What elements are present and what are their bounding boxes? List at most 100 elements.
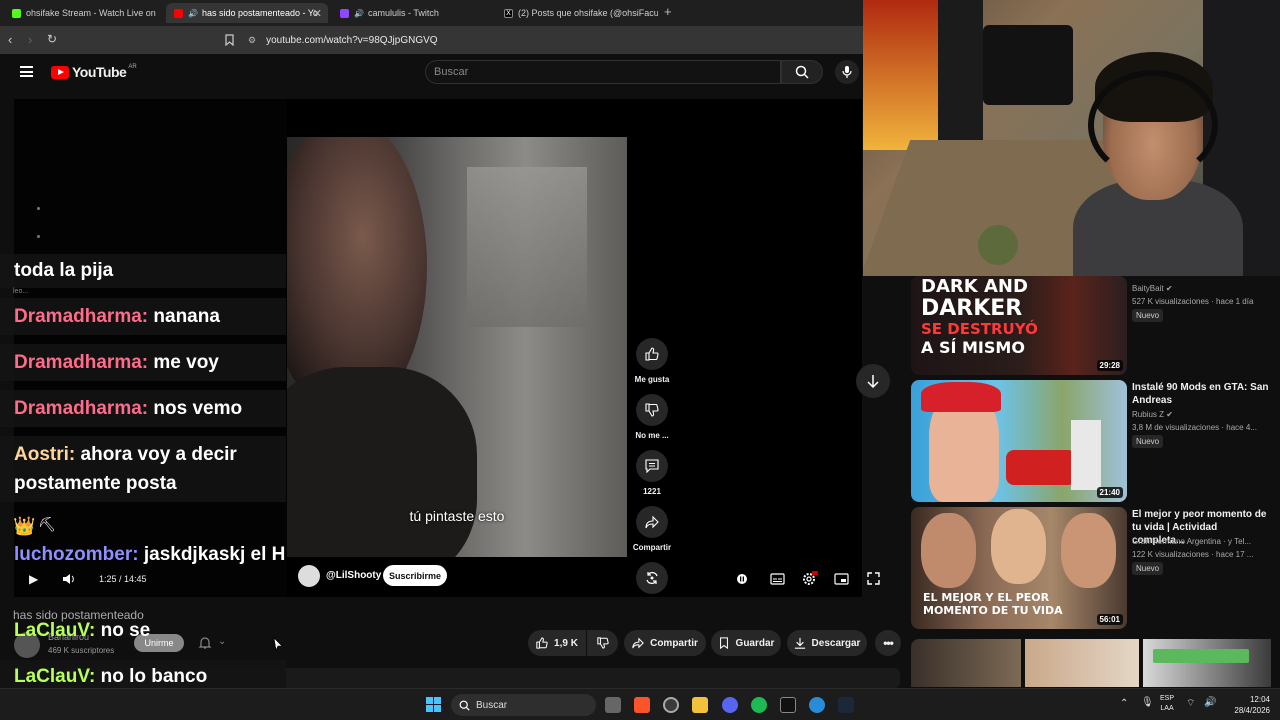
- search-input[interactable]: Buscar: [425, 60, 781, 84]
- tab-label: ohsifake Stream - Watch Live on: [26, 8, 156, 18]
- windows-start-icon[interactable]: [426, 697, 441, 712]
- channel-name: Rubius Z: [1132, 410, 1165, 419]
- video-frame[interactable]: [287, 137, 627, 557]
- address-bar[interactable]: ⚙ youtube.com/watch?v=98QJjpGNGVQ: [248, 30, 858, 50]
- chat-dot: [37, 207, 40, 210]
- channel-row[interactable]: Rubius Z ✔: [1132, 408, 1272, 421]
- back-icon[interactable]: ‹: [8, 32, 12, 47]
- wifi-icon[interactable]: ⌔: [1186, 697, 1195, 710]
- reload-icon[interactable]: ↻: [47, 32, 57, 46]
- speaker-icon[interactable]: 🔊: [1204, 697, 1216, 708]
- browser-tab-youtube[interactable]: 🔊 has sido postamenteado - Yo ✕: [166, 3, 328, 23]
- share-toolbar-button[interactable]: Compartir: [624, 630, 706, 656]
- taskbar-search-label: Buscar: [476, 699, 508, 711]
- save-button[interactable]: Guardar: [711, 630, 781, 656]
- search-button[interactable]: [781, 60, 823, 84]
- comments-button[interactable]: [636, 450, 668, 482]
- video-thumbnail[interactable]: EL MEJOR Y EL PEOR MOMENTO DE TU VIDA 56…: [911, 507, 1127, 629]
- speaker-icon: 🔊: [354, 8, 364, 18]
- clock-time: 12:04: [1249, 695, 1270, 704]
- chevron-up-icon[interactable]: ⌃: [1120, 698, 1128, 709]
- recommended-video[interactable]: EL MEJOR Y EL PEOR MOMENTO DE TU VIDA 56…: [911, 507, 1271, 629]
- voice-search-button[interactable]: [835, 60, 859, 84]
- keyboard-layout: LAA: [1160, 705, 1174, 712]
- thumbnail-face: [921, 513, 976, 588]
- steam-icon[interactable]: [838, 697, 854, 713]
- file-explorer-icon[interactable]: [692, 697, 708, 713]
- share-icon: [632, 637, 644, 649]
- youtube-favicon-icon: [174, 8, 183, 18]
- chat-username: LaClauV: [14, 620, 89, 641]
- more-actions-button[interactable]: •••: [875, 630, 901, 656]
- country-code: AR: [128, 64, 137, 70]
- search-icon: [795, 65, 809, 79]
- language-indicator[interactable]: ESP LAA: [1160, 694, 1174, 714]
- thumbnail-face: [991, 509, 1046, 584]
- video-thumbnail[interactable]: 21:40: [911, 380, 1127, 502]
- microphone-icon[interactable]: 🎙: [1141, 697, 1154, 708]
- browser-tab-x[interactable]: X (2) Posts que ohsifake (@ohsiFacu) fu: [496, 3, 658, 23]
- discord-icon[interactable]: [722, 697, 738, 713]
- app-icon[interactable]: [780, 697, 796, 713]
- wall-poster: [938, 0, 983, 150]
- fullscreen-icon[interactable]: [867, 572, 880, 585]
- shelf-box: [983, 25, 1073, 105]
- close-tab-icon[interactable]: ✕: [313, 7, 322, 20]
- taskbar-clock[interactable]: 12:04 28/4/2026: [1222, 694, 1270, 716]
- chat-username: luchozomber: [14, 544, 133, 565]
- chat-dot: [37, 235, 40, 238]
- dislike-button[interactable]: [636, 394, 668, 426]
- channel-handle[interactable]: @LilShooty: [326, 570, 381, 581]
- download-icon: [794, 637, 805, 649]
- settings-icon[interactable]: [802, 571, 818, 586]
- spotify-icon[interactable]: [751, 697, 767, 713]
- pickaxe-badge-icon: ⛏: [38, 516, 56, 532]
- subscribe-button[interactable]: Suscribirme: [383, 565, 447, 586]
- task-view-icon[interactable]: [605, 697, 621, 713]
- taskbar-search[interactable]: Buscar: [451, 694, 596, 716]
- recommended-video[interactable]: DARK AND DARKER SE DESTRUYÓ A SÍ MISMO 2…: [911, 276, 1271, 376]
- next-video-button[interactable]: [856, 364, 890, 398]
- app-icon[interactable]: [809, 697, 825, 713]
- youtube-logo[interactable]: YouTube AR: [51, 64, 137, 80]
- video-title[interactable]: Instalé 90 Mods en GTA: San Andreas: [1132, 381, 1272, 407]
- browser-tab-twitch[interactable]: 🔊 camululis - Twitch: [332, 3, 494, 23]
- video-meta: 122 K visualizaciones · hace 17 ...: [1132, 550, 1254, 559]
- channel-row[interactable]: BaityBait ✔: [1132, 282, 1272, 295]
- video-thumbnail[interactable]: [911, 639, 1021, 687]
- recommended-video[interactable]: 21:40 Instalé 90 Mods en GTA: San Andrea…: [911, 380, 1271, 502]
- channel-avatar[interactable]: [298, 565, 320, 587]
- like-button[interactable]: [636, 338, 668, 370]
- chat-username: Dramadharma: [14, 398, 142, 419]
- video-thumbnail[interactable]: [1025, 639, 1139, 687]
- autoplay-toggle-icon[interactable]: [736, 573, 748, 585]
- share-button[interactable]: [636, 506, 668, 538]
- thumbnail-text: MOMENTO DE TU VIDA: [923, 604, 1063, 617]
- channel-row[interactable]: Gran Hermano Argentina · y Tel...: [1132, 535, 1272, 548]
- video-thumbnail[interactable]: [1143, 639, 1271, 687]
- download-button[interactable]: Descargar: [787, 630, 867, 656]
- url-text: youtube.com/watch?v=98QJjpGNGVQ: [266, 34, 438, 46]
- recommended-video-strip[interactable]: [911, 639, 1271, 687]
- browser-tab-kick[interactable]: ohsifake Stream - Watch Live on: [4, 3, 162, 23]
- subtitles-icon[interactable]: [770, 573, 785, 585]
- obs-icon[interactable]: [663, 697, 679, 713]
- menu-icon[interactable]: [20, 66, 33, 77]
- like-count-button[interactable]: 1,9 K: [528, 630, 586, 656]
- bookmark-icon[interactable]: [225, 34, 234, 46]
- thumbnail-cap: [921, 382, 1001, 412]
- chat-tag: leo...: [13, 288, 29, 295]
- video-thumbnail[interactable]: DARK AND DARKER SE DESTRUYÓ A SÍ MISMO 2…: [911, 276, 1127, 375]
- youtube-wordmark: YouTube: [72, 64, 127, 80]
- more-horizontal-icon: •••: [883, 636, 894, 650]
- remix-button[interactable]: [636, 562, 668, 594]
- video-duration: 56:01: [1096, 614, 1123, 625]
- dislike-toolbar-button[interactable]: [587, 630, 618, 656]
- forward-icon[interactable]: ›: [28, 32, 32, 47]
- x-favicon-icon: X: [504, 8, 513, 18]
- video-duration: 21:40: [1096, 487, 1123, 498]
- brave-browser-icon[interactable]: [634, 697, 650, 713]
- site-info-icon[interactable]: ⚙: [248, 35, 256, 46]
- new-tab-icon[interactable]: +: [664, 4, 672, 19]
- miniplayer-icon[interactable]: [834, 573, 849, 585]
